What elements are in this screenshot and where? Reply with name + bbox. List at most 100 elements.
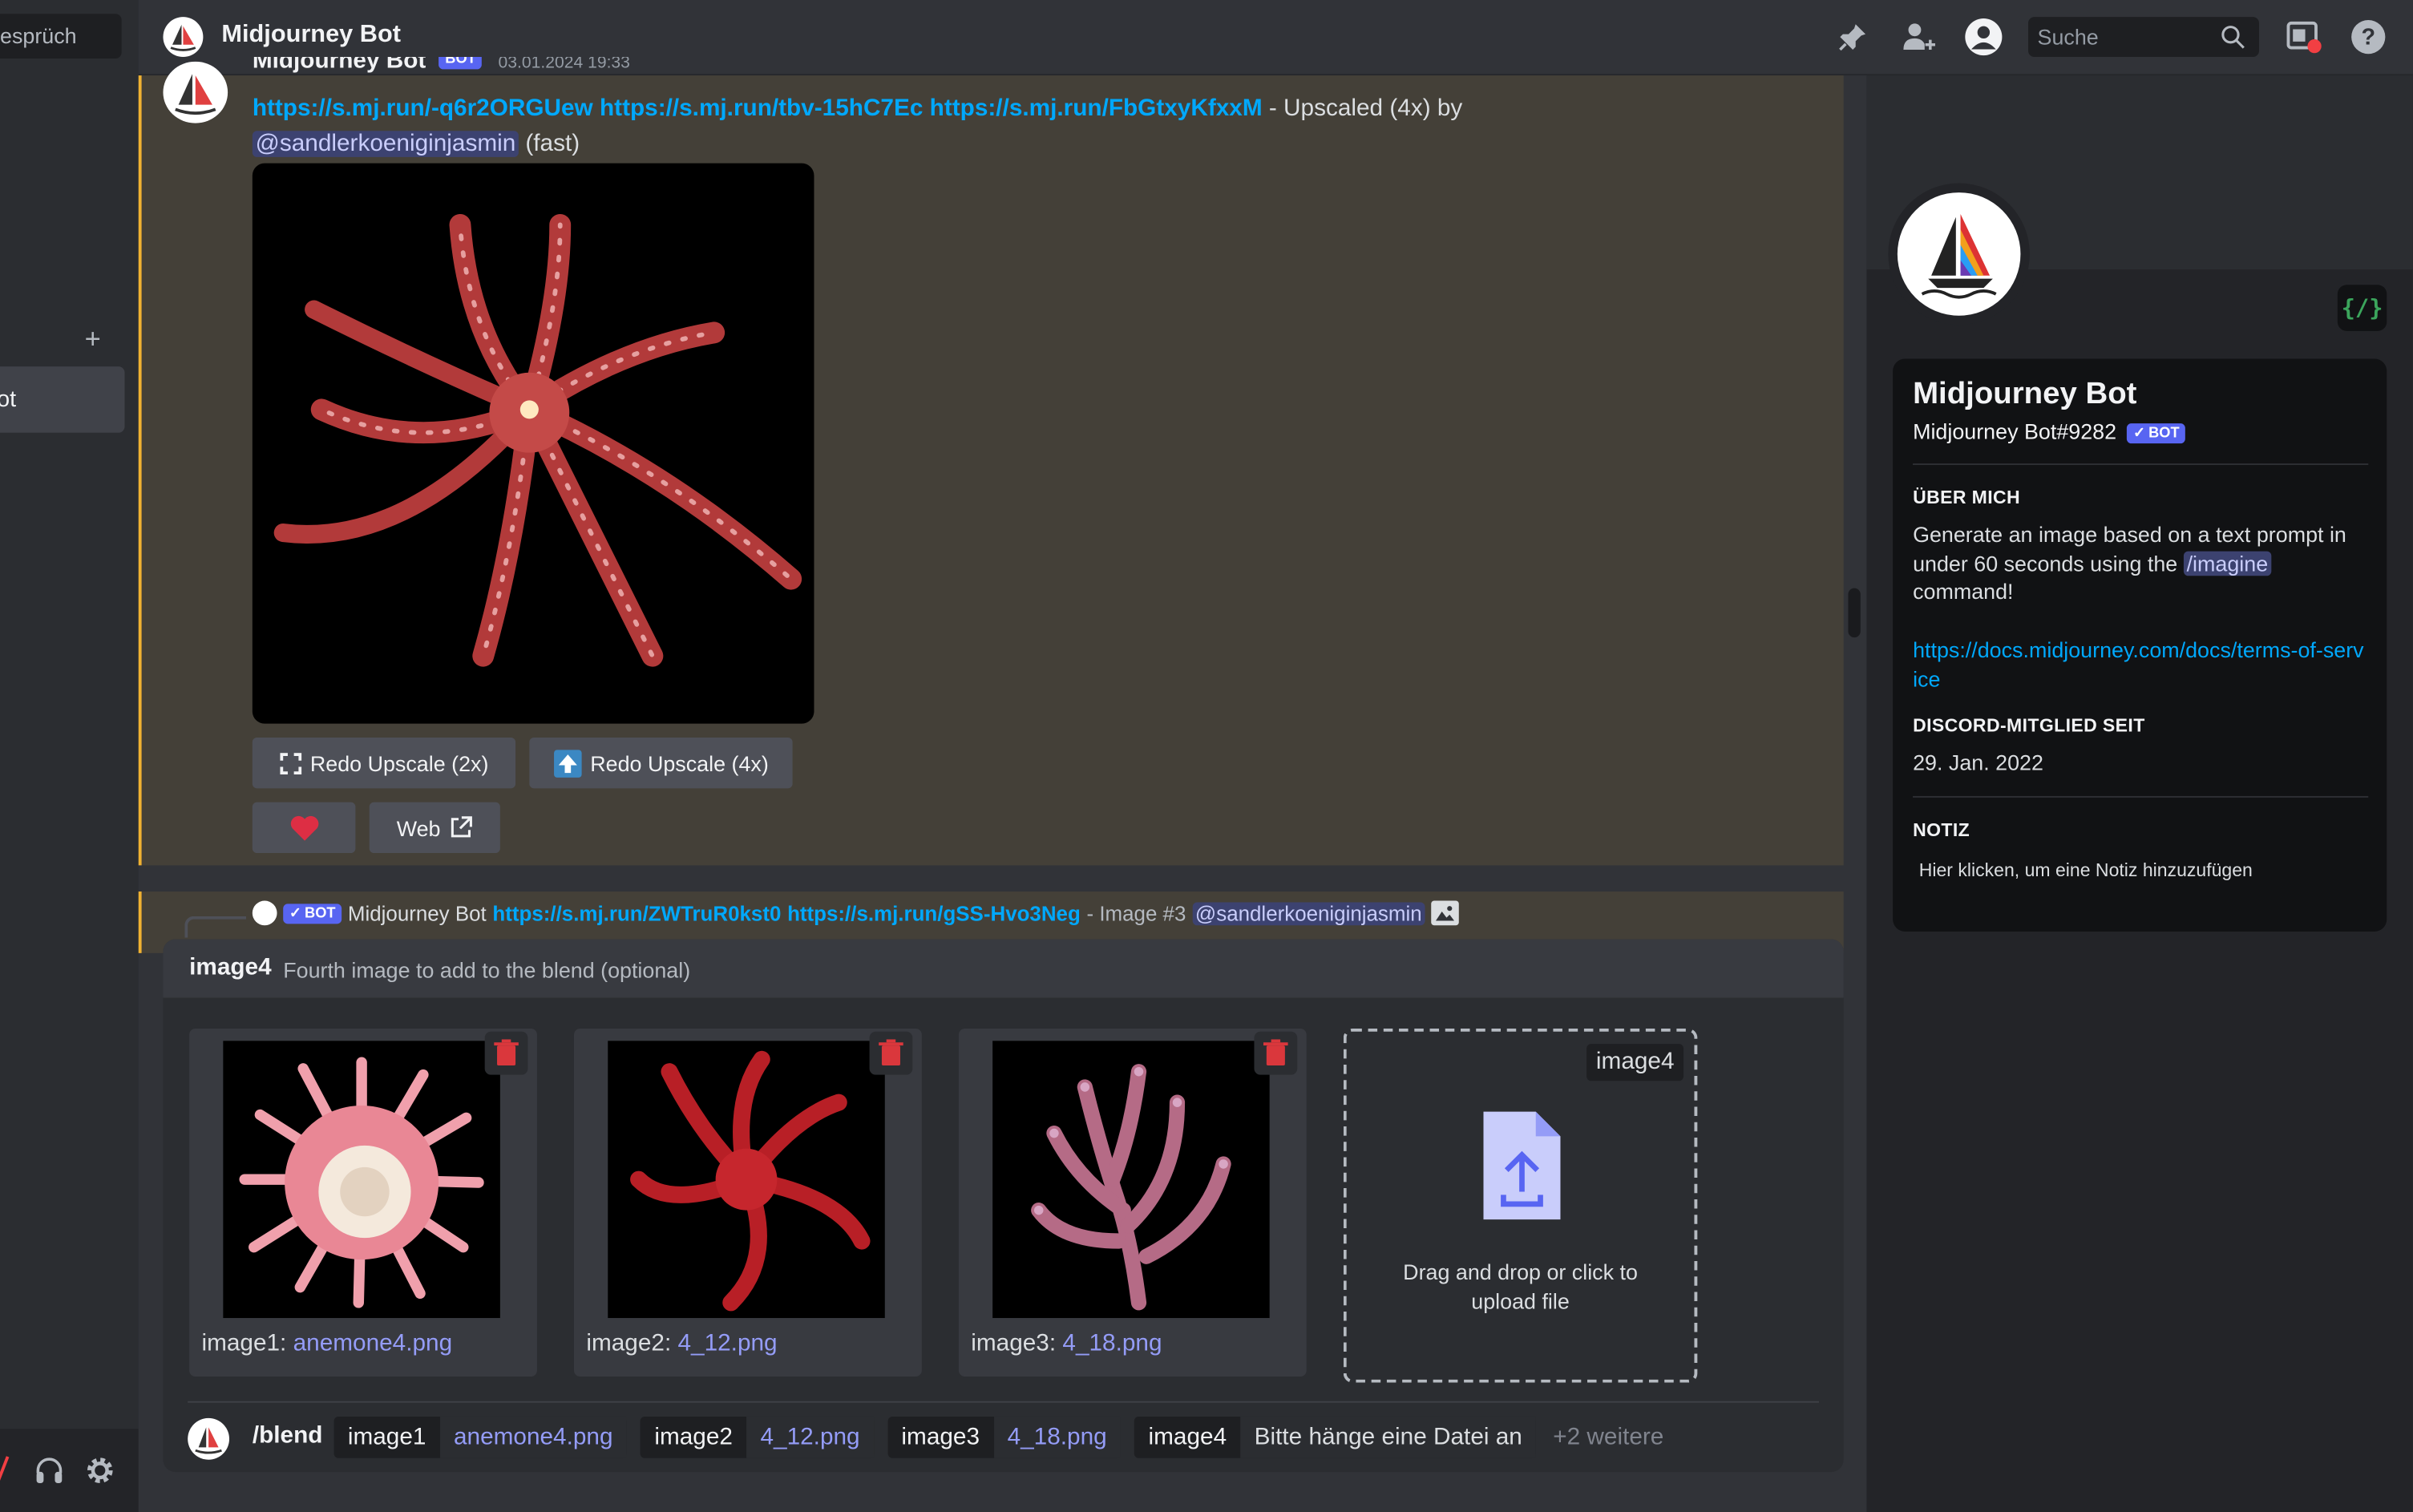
favorite-button[interactable] [252,802,356,854]
member-since-title: DISCORD-MITGLIED SEIT [1913,714,2145,737]
option-name: image4 [189,954,272,981]
about-title: ÜBER MICH [1913,486,2021,508]
param-image3[interactable]: image3 4_18.png [887,1416,1121,1458]
message-link-3[interactable]: https://s.mj.run/FbGtxyKfxxM [930,95,1263,122]
reply-author[interactable]: Midjourney Bot [348,902,487,925]
reply-mention[interactable]: @sandlerkoeniginjasmin [1192,901,1425,925]
profile-tag: Midjourney Bot#9282 [1913,418,2117,444]
message-avatar[interactable] [163,61,228,123]
reply-avatar [252,900,277,926]
web-link-button[interactable]: Web [369,802,500,854]
author-name[interactable]: Midjourney Bot [253,57,426,74]
reply-spine [184,916,247,938]
option-description: Fourth image to add to the blend (option… [283,957,691,983]
message-content: https://s.mj.run/-q6r2ORGUew https://s.m… [252,92,1822,161]
param-value: 4_18.png [993,1416,1121,1458]
imagine-command[interactable]: /imagine [2183,551,2271,576]
delete-image-3-button[interactable] [1254,1031,1298,1075]
redo-upscale-2x-button[interactable]: Redo Upscale (2x) [252,737,516,789]
mute-icon[interactable] [0,1453,10,1487]
user-panel [0,1429,139,1512]
add-dm-button[interactable]: + [85,323,101,355]
blend-image-card-1[interactable]: image1: anemone4.png [189,1028,537,1377]
param-key: image3 [901,1423,980,1450]
help-icon[interactable]: ? [2348,17,2388,57]
param-key: image2 [654,1423,733,1450]
dm-item-midjourney-bot[interactable]: ot [0,366,125,433]
channel-title: Midjourney Bot [221,21,401,48]
option-header: image4 Fourth image to add to the blend … [163,939,1844,998]
image-1-caption: image1: anemone4.png [201,1330,452,1358]
member-since-date: 29. Jan. 2022 [1913,750,2043,775]
image-3-filename[interactable]: 4_18.png [1062,1330,1162,1356]
search-input[interactable]: Suche [2028,17,2259,58]
profile-name: Midjourney Bot [1913,377,2137,411]
param-value: Bitte hänge eine Datei an [1240,1416,1537,1458]
heart-icon [289,814,319,842]
param-image4[interactable]: image4 Bitte hänge eine Datei an [1134,1416,1537,1458]
web-label: Web [396,815,441,840]
redo-upscale-4x-label: Redo Upscale (4x) [590,750,769,776]
profile-card: Midjourney Bot Midjourney Bot#9282 ✓ BOT … [1893,358,2387,932]
search-icon [2219,23,2247,51]
divider [1913,795,2369,798]
command-params: image1 anemone4.png image2 4_12.png image3… [333,1416,1663,1458]
developer-badge-icon[interactable]: {/} [2337,285,2387,331]
redo-upscale-4x-button[interactable]: Redo Upscale (4x) [529,737,793,789]
user-mention[interactable]: @sandlerkoeniginjasmin [252,130,519,156]
image-1-filename[interactable]: anemone4.png [293,1330,453,1356]
param-key: image1 [347,1423,426,1450]
image-3-caption: image3: 4_18.png [971,1330,1162,1358]
user-profile-toggle-icon[interactable] [1963,17,2003,57]
param-value: 4_12.png [746,1416,874,1458]
divider [188,1401,1819,1403]
command-bot-avatar [188,1417,230,1460]
trash-icon [1263,1039,1288,1066]
message-link-2[interactable]: https://s.mj.run/tbv-15hC7Ec [600,95,923,122]
upscaled-image-starfish[interactable] [252,163,814,724]
check-icon: ✓ [289,904,302,922]
about-text-1: Generate an image based on a text prompt… [1913,522,2346,576]
blend-image-card-3[interactable]: image3: 4_18.png [958,1028,1307,1377]
inbox-icon[interactable] [2284,18,2324,55]
upload-dropzone[interactable]: image4 Drag and drop or click to upload … [1343,1028,1698,1383]
more-options[interactable]: +2 weitere [1553,1417,1663,1458]
reply-bot-badge: ✓ BOT [283,903,342,924]
chat-scrollbar[interactable] [1848,588,1861,638]
message-timestamp: 03.01.2024 19:33 [498,57,630,73]
delete-image-2-button[interactable] [869,1031,913,1075]
terms-of-service-link[interactable]: https://docs.midjourney.com/docs/terms-o… [1913,636,2368,693]
settings-gear-icon[interactable] [82,1452,119,1489]
image-attachment-icon [1431,900,1459,926]
bot-avatar [163,17,204,58]
profile-bot-tag: BOT [2148,424,2180,442]
trash-icon [879,1039,903,1066]
param-image2[interactable]: image2 4_12.png [641,1416,874,1458]
delete-image-1-button[interactable] [484,1031,528,1075]
reply-link-1[interactable]: https://s.mj.run/ZWTruR0kst0 [492,902,781,925]
find-conversation-button[interactable]: esprüch [0,14,122,59]
param-image1[interactable]: image1 anemone4.png [333,1416,627,1458]
svg-text:?: ? [2361,25,2375,51]
user-profile-panel: {/} Midjourney Bot Midjourney Bot#9282 ✓… [1866,75,2413,1512]
about-text: Generate an image based on a text prompt… [1913,520,2368,606]
blend-image-card-2[interactable]: image2: 4_12.png [574,1028,922,1377]
profile-tag-row: Midjourney Bot#9282 ✓ BOT [1913,418,2186,444]
message-link-1[interactable]: https://s.mj.run/-q6r2ORGUew [253,95,593,122]
reply-preview[interactable]: ✓ BOT Midjourney Bot https://s.mj.run/ZWT… [252,898,1837,928]
reply-bot-tag: BOT [305,904,336,922]
dropzone-text: Drag and drop or click to upload file [1403,1259,1638,1314]
add-friend-icon[interactable] [1899,18,1939,55]
about-text-2: command! [1913,579,2014,604]
note-input[interactable]: Hier klicken, um eine Notiz hinzuzufügen [1919,859,2253,881]
redo-upscale-2x-label: Redo Upscale (2x) [309,750,489,776]
bot-badge: BOT [439,57,483,70]
expand-icon [279,752,301,774]
headset-icon[interactable] [30,1452,67,1489]
profile-avatar[interactable] [1897,192,2021,316]
image-2-caption: image2: 4_12.png [586,1330,777,1358]
reply-link-2[interactable]: https://s.mj.run/gSS-Hvo3Neg [787,902,1081,925]
starfish-thumbnail [608,1041,885,1319]
pin-icon[interactable] [1834,18,1871,55]
image-2-filename[interactable]: 4_12.png [677,1330,777,1356]
